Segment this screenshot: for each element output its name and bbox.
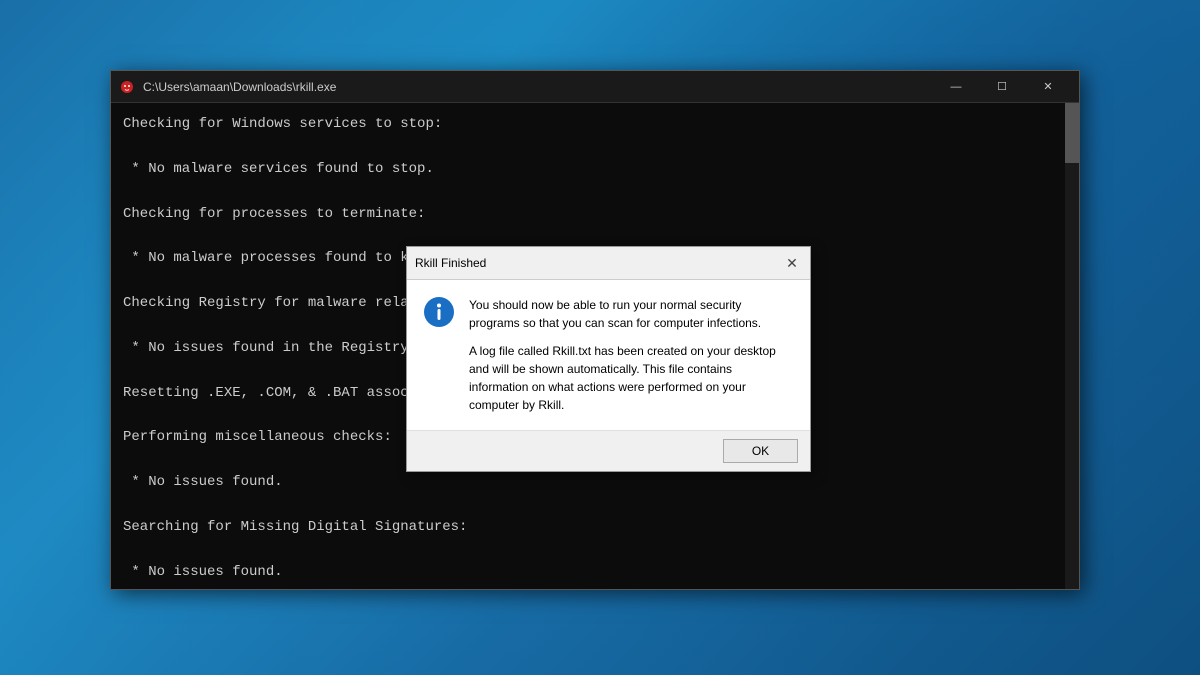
rkill-window: C:\Users\amaan\Downloads\rkill.exe — ☐ ✕… <box>110 70 1080 590</box>
window-controls: — ☐ ✕ <box>933 71 1071 103</box>
close-button[interactable]: ✕ <box>1025 71 1071 103</box>
dialog-body: You should now be able to run your norma… <box>407 280 810 430</box>
dialog-line2: A log file called Rkill.txt has been cre… <box>469 342 794 414</box>
scrollbar[interactable] <box>1065 103 1079 589</box>
titlebar: C:\Users\amaan\Downloads\rkill.exe — ☐ ✕ <box>111 71 1079 103</box>
ok-button[interactable]: OK <box>723 439 798 463</box>
scrollbar-thumb[interactable] <box>1065 103 1079 163</box>
dialog-title: Rkill Finished <box>415 256 486 270</box>
info-icon <box>423 296 455 328</box>
dialog-message: You should now be able to run your norma… <box>469 296 794 414</box>
minimize-button[interactable]: — <box>933 71 979 103</box>
dialog-footer: OK <box>407 430 810 471</box>
rkill-finished-dialog: Rkill Finished ✕ You should now be able … <box>406 246 811 472</box>
window-title: C:\Users\amaan\Downloads\rkill.exe <box>143 80 933 94</box>
dialog-titlebar: Rkill Finished ✕ <box>407 247 810 280</box>
dialog-line1: You should now be able to run your norma… <box>469 296 794 332</box>
maximize-button[interactable]: ☐ <box>979 71 1025 103</box>
app-icon <box>119 79 135 95</box>
dialog-close-button[interactable]: ✕ <box>782 253 802 273</box>
